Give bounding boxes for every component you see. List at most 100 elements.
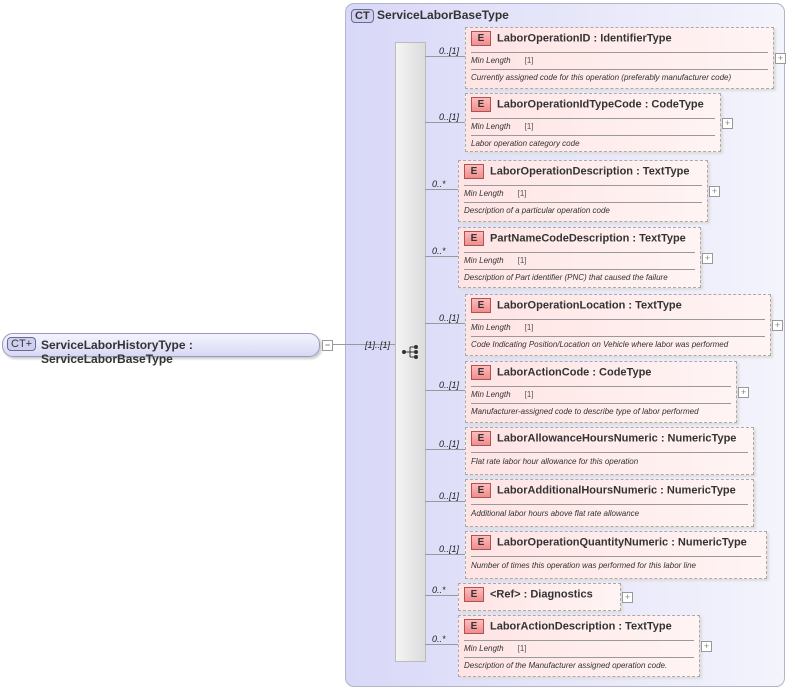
facet-label: Min Length — [464, 256, 504, 265]
element-name: LaborAdditionalHoursNumeric : NumericTyp… — [497, 484, 736, 497]
element-box[interactable]: E LaborAllowanceHoursNumeric : NumericTyp… — [465, 427, 754, 475]
element-name: LaborActionDescription : TextType — [490, 620, 672, 633]
element-badge-icon: E — [464, 619, 484, 634]
facet-value: [1] — [524, 323, 534, 332]
element-header: E PartNameCodeDescription : TextType — [464, 231, 686, 246]
element-header: E LaborActionCode : CodeType — [471, 365, 651, 380]
facet-label: Min Length — [471, 122, 511, 131]
cardinality: 0..* — [432, 179, 446, 189]
element-name: LaborOperationID : IdentifierType — [497, 32, 672, 45]
element-box[interactable]: E LaborOperationID : IdentifierType Min Le… — [465, 27, 774, 89]
expand-icon[interactable]: + — [701, 641, 712, 652]
min-length-facet: Min Length [1] — [464, 256, 527, 265]
cardinality: 0..* — [432, 634, 446, 644]
element-name: PartNameCodeDescription : TextType — [490, 232, 686, 245]
min-length-facet: Min Length [1] — [464, 644, 527, 653]
element-description: Labor operation category code — [471, 139, 580, 148]
element-name: LaborOperationLocation : TextType — [497, 299, 682, 312]
element-header: E LaborActionDescription : TextType — [464, 619, 672, 634]
facet-value: [1] — [524, 56, 534, 65]
element-badge-icon: E — [464, 164, 484, 179]
connector-line — [425, 449, 465, 450]
element-name: <Ref> : Diagnostics — [490, 588, 593, 601]
min-length-facet: Min Length [1] — [464, 189, 527, 198]
element-name: LaborOperationDescription : TextType — [490, 165, 690, 178]
complex-type-name: ServiceLaborBaseType — [377, 8, 509, 22]
element-header: E LaborAdditionalHoursNumeric : NumericTy… — [471, 483, 736, 498]
element-header: E LaborOperationID : IdentifierType — [471, 31, 672, 46]
expand-icon[interactable]: + — [738, 387, 749, 398]
element-box[interactable]: E LaborOperationLocation : TextType Min Le… — [465, 294, 771, 356]
connector-line — [425, 56, 465, 57]
cardinality: 0..[1] — [439, 313, 460, 323]
expand-icon[interactable]: + — [775, 53, 786, 64]
expand-icon[interactable]: + — [722, 117, 733, 129]
element-badge-icon: E — [471, 97, 491, 112]
facet-value: [1] — [517, 644, 527, 653]
element-box[interactable]: E LaborActionDescription : TextType Min Le… — [458, 615, 700, 677]
facet-label: Min Length — [471, 390, 511, 399]
cardinality: 0..[1] — [439, 439, 460, 449]
min-length-facet: Min Length [1] — [471, 122, 534, 131]
ct-badge-icon: CT — [351, 9, 374, 23]
root-complex-type[interactable]: CT+ ServiceLaborHistoryType : ServiceLab… — [2, 333, 333, 366]
element-box[interactable]: E LaborOperationQuantityNumeric : Numeric… — [465, 531, 767, 579]
connector-line — [425, 644, 458, 645]
facet-label: Min Length — [464, 189, 504, 198]
element-badge-icon: E — [471, 483, 491, 498]
min-length-facet: Min Length [1] — [471, 390, 534, 399]
facet-value: [1] — [524, 122, 534, 131]
element-box[interactable]: E LaborOperationIdTypeCode : CodeType Min … — [465, 93, 721, 152]
facet-value: [1] — [517, 256, 527, 265]
complex-type-title: CT ServiceLaborBaseType — [351, 8, 509, 23]
expand-icon[interactable]: + — [702, 252, 713, 264]
element-description: Number of times this operation was perfo… — [471, 561, 696, 570]
expand-icon[interactable]: + — [772, 320, 783, 331]
element-description: Currently assigned code for this operati… — [471, 73, 732, 82]
cardinality: 0..[1] — [439, 380, 460, 390]
element-description: Description of Part identifier (PNC) tha… — [464, 273, 668, 282]
ct-expand-badge-icon: CT+ — [7, 337, 37, 351]
facet-label: Min Length — [464, 644, 504, 653]
element-description: Description of the Manufacturer assigned… — [464, 661, 668, 670]
element-badge-icon: E — [471, 31, 491, 46]
element-badge-icon: E — [464, 231, 484, 246]
connector-line — [425, 554, 465, 555]
element-badge-icon: E — [471, 298, 491, 313]
cardinality: 0..* — [432, 246, 446, 256]
cardinality: 0..[1] — [439, 46, 460, 56]
connector-line — [425, 189, 458, 190]
element-box[interactable]: E LaborActionCode : CodeType Min Length [1]… — [465, 361, 737, 423]
connector-line — [425, 323, 465, 324]
element-description: Manufacturer-assigned code to describe t… — [471, 407, 699, 416]
connector-line — [425, 122, 465, 123]
connector-line — [425, 501, 465, 502]
expand-icon[interactable]: + — [709, 186, 720, 197]
element-description: Code Indicating Position/Location on Veh… — [471, 340, 729, 349]
facet-label: Min Length — [471, 323, 511, 332]
element-box[interactable]: E <Ref> : Diagnostics — [458, 583, 621, 611]
root-cardinality: [1]..[1] — [365, 340, 391, 350]
connector-line — [425, 256, 458, 257]
min-length-facet: Min Length [1] — [471, 56, 534, 65]
element-badge-icon: E — [471, 365, 491, 380]
element-description: Description of a particular operation co… — [464, 206, 610, 215]
element-box[interactable]: E LaborAdditionalHoursNumeric : NumericTy… — [465, 479, 754, 527]
element-badge-icon: E — [464, 587, 484, 602]
facet-value: [1] — [517, 189, 527, 198]
root-label: ServiceLaborHistoryType : ServiceLaborBa… — [41, 338, 193, 366]
element-header: E LaborOperationDescription : TextType — [464, 164, 689, 179]
collapse-icon[interactable]: − — [322, 340, 333, 351]
element-description: Additional labor hours above flat rate a… — [471, 509, 640, 518]
expand-icon[interactable]: + — [622, 592, 633, 603]
connector-line — [425, 390, 465, 391]
min-length-facet: Min Length [1] — [471, 323, 534, 332]
element-badge-icon: E — [471, 535, 491, 550]
cardinality: 0..* — [432, 585, 446, 595]
element-name: LaborOperationQuantityNumeric : NumericT… — [497, 536, 747, 549]
sequence-compositor[interactable] — [395, 42, 426, 662]
element-description: Flat rate labor hour allowance for this … — [471, 457, 639, 466]
element-header: E LaborAllowanceHoursNumeric : NumericTyp… — [471, 431, 736, 446]
element-box[interactable]: E LaborOperationDescription : TextType Min… — [458, 160, 708, 222]
element-box[interactable]: E PartNameCodeDescription : TextType Min L… — [458, 227, 701, 288]
